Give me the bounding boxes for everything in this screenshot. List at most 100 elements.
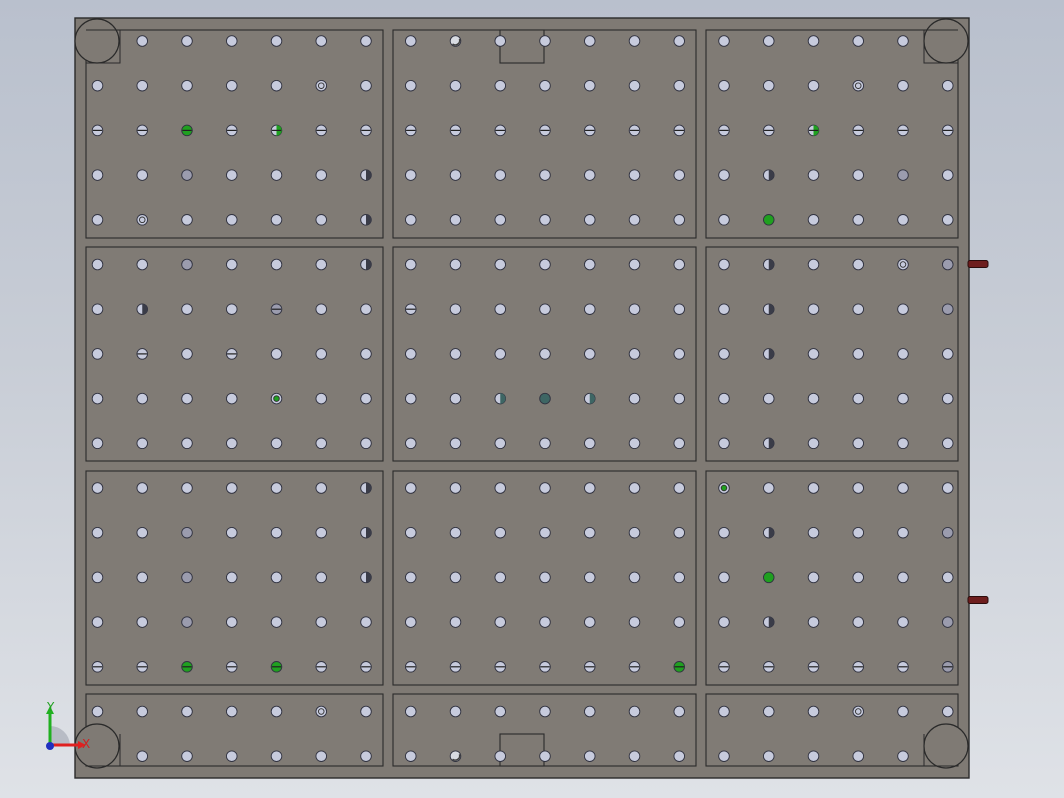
hole-r6c2 bbox=[136, 258, 148, 271]
hole-r1c14 bbox=[673, 35, 686, 47]
x-axis-label: X bbox=[82, 737, 90, 751]
hole-r6c18 bbox=[852, 258, 865, 271]
hole-r12c9 bbox=[449, 526, 462, 539]
hole-r16c9 bbox=[449, 705, 462, 718]
hole-r11c6 bbox=[315, 482, 328, 494]
hole-r4c2 bbox=[136, 169, 148, 181]
hole-r7c1 bbox=[91, 303, 104, 315]
hole-r7c12 bbox=[584, 303, 596, 315]
hole-r10c6 bbox=[315, 437, 328, 450]
hole-r2c2 bbox=[136, 79, 148, 92]
hole-r1c16 bbox=[763, 35, 775, 47]
hole-r17c15 bbox=[718, 750, 730, 762]
fixture-panel-r1c3 bbox=[705, 29, 959, 239]
hole-r9c14 bbox=[673, 392, 686, 405]
hole-r17c14 bbox=[673, 750, 686, 762]
hole-r5c16 bbox=[763, 214, 775, 226]
hole-r5c6 bbox=[315, 214, 328, 226]
hole-r8c1 bbox=[91, 348, 104, 360]
hole-r7c7 bbox=[360, 303, 372, 315]
hole-r12c17 bbox=[807, 526, 820, 539]
hole-r10c7 bbox=[360, 437, 372, 450]
hole-r10c9 bbox=[449, 437, 462, 450]
hole-r14c18 bbox=[852, 616, 865, 628]
hole-r9c8 bbox=[405, 392, 417, 405]
hole-r14c7 bbox=[360, 616, 372, 628]
hole-r13c12 bbox=[584, 571, 596, 584]
hole-r14c5 bbox=[270, 616, 283, 628]
hole-r8c8 bbox=[405, 348, 417, 360]
edge-bolt-1 bbox=[967, 260, 989, 268]
hole-r1c8 bbox=[405, 35, 417, 47]
hole-r16c19 bbox=[897, 705, 909, 718]
hole-r13c10 bbox=[494, 571, 507, 584]
hole-r11c12 bbox=[584, 482, 596, 494]
hole-r14c9 bbox=[449, 616, 462, 628]
hole-r10c15 bbox=[718, 437, 730, 450]
hole-r12c3 bbox=[181, 526, 193, 539]
hole-r2c3 bbox=[181, 79, 193, 92]
hole-r7c15 bbox=[718, 303, 730, 315]
hole-r14c13 bbox=[628, 616, 641, 628]
hole-r13c11 bbox=[539, 571, 551, 584]
hole-r2c6-inner-ring bbox=[318, 82, 325, 89]
hole-r5c8 bbox=[405, 214, 417, 226]
hole-r2c18-inner-ring bbox=[855, 82, 862, 89]
hole-r11c3 bbox=[181, 482, 193, 494]
cad-viewport[interactable]: X Y bbox=[0, 0, 1064, 798]
hole-r17c7 bbox=[360, 750, 372, 762]
hole-r2c9 bbox=[449, 79, 462, 92]
hole-r4c19 bbox=[897, 169, 909, 181]
hole-r12c6 bbox=[315, 526, 328, 539]
hole-r13c5 bbox=[270, 571, 283, 584]
hole-r8c10 bbox=[494, 348, 507, 360]
hole-r9c17 bbox=[807, 392, 820, 405]
hole-r14c11 bbox=[539, 616, 551, 628]
corner-boss-tl bbox=[74, 18, 120, 64]
hole-r11c17 bbox=[807, 482, 820, 494]
hole-r7c6 bbox=[315, 303, 328, 315]
triad-quadrant bbox=[50, 726, 70, 745]
hole-r5c17 bbox=[807, 214, 820, 226]
hole-r5c12 bbox=[584, 214, 596, 226]
hole-r17c12 bbox=[584, 750, 596, 762]
hole-r4c4 bbox=[225, 169, 238, 181]
hole-r14c2 bbox=[136, 616, 148, 628]
hole-r14c3 bbox=[181, 616, 193, 628]
hole-r16c8 bbox=[405, 705, 417, 718]
hole-r2c10 bbox=[494, 79, 507, 92]
hole-r1c17 bbox=[807, 35, 820, 47]
hole-r2c16 bbox=[763, 79, 775, 92]
hole-r6c8 bbox=[405, 258, 417, 271]
hole-r16c20 bbox=[942, 705, 954, 718]
hole-r16c16 bbox=[763, 705, 775, 718]
hole-r11c18 bbox=[852, 482, 865, 494]
hole-r14c19 bbox=[897, 616, 909, 628]
hole-r9c3 bbox=[181, 392, 193, 405]
hole-r10c4 bbox=[225, 437, 238, 450]
hole-r17c5 bbox=[270, 750, 283, 762]
hole-r2c12 bbox=[584, 79, 596, 92]
hole-r17c3 bbox=[181, 750, 193, 762]
hole-r11c20 bbox=[942, 482, 954, 494]
hole-r17c13 bbox=[628, 750, 641, 762]
hole-r2c20 bbox=[942, 79, 954, 92]
hole-r16c7 bbox=[360, 705, 372, 718]
hole-r1c10 bbox=[494, 35, 507, 47]
hole-r10c14 bbox=[673, 437, 686, 450]
hole-r11c4 bbox=[225, 482, 238, 494]
hole-r4c11 bbox=[539, 169, 551, 181]
hole-r11c2 bbox=[136, 482, 148, 494]
hole-r8c20 bbox=[942, 348, 954, 360]
hole-r17c2 bbox=[136, 750, 148, 762]
hole-r9c16 bbox=[763, 392, 775, 405]
hole-r17c8 bbox=[405, 750, 417, 762]
hole-r11c10 bbox=[494, 482, 507, 494]
hole-r16c1 bbox=[91, 705, 104, 718]
hole-r9c7 bbox=[360, 392, 372, 405]
hole-r5c15 bbox=[718, 214, 730, 226]
hole-r1c13 bbox=[628, 35, 641, 47]
hole-r16c14 bbox=[673, 705, 686, 718]
hole-r13c2 bbox=[136, 571, 148, 584]
hole-r6c12 bbox=[584, 258, 596, 271]
